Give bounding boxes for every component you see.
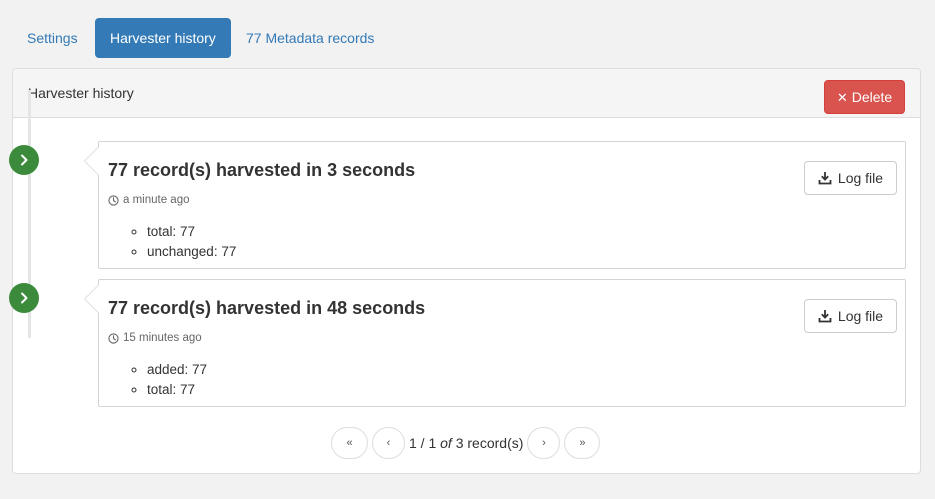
prev-page-button[interactable]: ‹ (372, 427, 405, 459)
tab-metadata-records[interactable]: 77 Metadata records (231, 18, 395, 58)
download-icon (818, 309, 832, 323)
entry-title-suffix: seconds (352, 298, 426, 318)
log-file-button[interactable]: Log file (804, 299, 897, 333)
first-page-button[interactable]: « (331, 427, 368, 459)
pagination-count: 3 record(s) (455, 435, 524, 451)
tab-harvester-history[interactable]: Harvester history (95, 18, 231, 58)
last-page-button[interactable]: » (564, 427, 601, 459)
entry-stats: total: 77 unchanged: 77 (147, 222, 236, 262)
log-file-label: Log file (837, 170, 884, 186)
entry-duration: 48 (327, 298, 348, 318)
tab-bar: Settings Harvester history 77 Metadata r… (12, 18, 395, 58)
stat-item: total: 77 (147, 222, 236, 242)
entry-title-suffix: seconds (342, 160, 416, 180)
chevron-right-icon (9, 283, 39, 313)
stat-item: unchanged: 77 (147, 242, 236, 262)
delete-button[interactable]: ✕ Delete (824, 80, 905, 114)
pagination-page: 1 / 1 (409, 435, 437, 451)
clock-icon (108, 194, 119, 206)
pagination-of: of (440, 435, 452, 451)
entry-stats: added: 77 total: 77 (147, 360, 207, 400)
entry-time: 15 minutes ago (108, 332, 202, 344)
download-icon (818, 171, 832, 185)
clock-icon (108, 332, 119, 344)
entry-time: a minute ago (108, 194, 190, 206)
stat-item: total: 77 (147, 380, 207, 400)
entry-title: 77 record(s) harvested in 48 seconds (108, 298, 425, 319)
entry-title-prefix: 77 record(s) harvested in (108, 298, 323, 318)
log-file-button[interactable]: Log file (804, 161, 897, 195)
harvester-history-panel: Harvester history ✕ Delete (12, 68, 921, 474)
entry-time-text: 15 minutes ago (123, 332, 202, 344)
log-file-label: Log file (837, 308, 884, 324)
pagination: « ‹ 1 / 1 of 3 record(s) › » (331, 427, 601, 459)
delete-label: Delete (851, 89, 893, 105)
pagination-status: 1 / 1 of 3 record(s) (409, 435, 523, 451)
close-icon: ✕ (836, 89, 848, 105)
entry-title-prefix: 77 record(s) harvested in (108, 160, 323, 180)
tab-settings[interactable]: Settings (12, 18, 95, 58)
entry-time-text: a minute ago (123, 194, 190, 206)
panel-title: Harvester history (28, 85, 134, 101)
entry-duration: 3 (327, 160, 338, 180)
next-page-button[interactable]: › (527, 427, 561, 459)
history-entry: 77 record(s) harvested in 48 seconds 15 … (84, 279, 906, 407)
entry-title: 77 record(s) harvested in 3 seconds (108, 160, 415, 181)
history-entry: 77 record(s) harvested in 3 seconds a mi… (84, 141, 906, 269)
panel-heading: Harvester history ✕ Delete (13, 69, 920, 118)
chevron-right-icon (9, 145, 39, 175)
stat-item: added: 77 (147, 360, 207, 380)
